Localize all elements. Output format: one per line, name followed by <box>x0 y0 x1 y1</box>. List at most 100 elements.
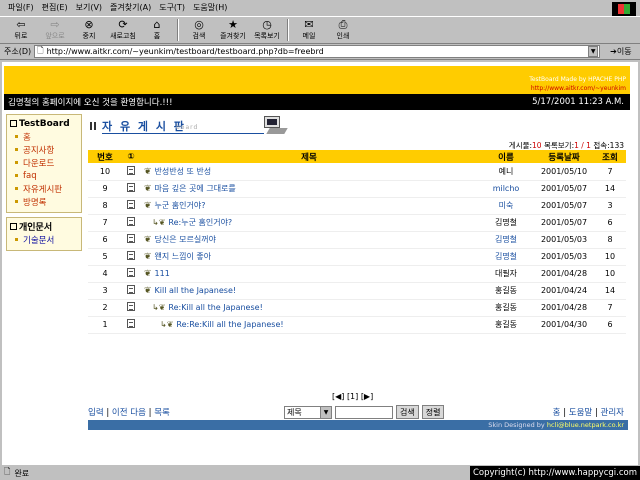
sidebar-item-home[interactable]: 홈 <box>7 130 81 143</box>
row-author[interactable]: milcho <box>478 180 534 198</box>
mail-icon: ✉ <box>304 18 314 31</box>
row-title-link[interactable]: Re:누군 홈인거야? <box>168 218 232 227</box>
row-title-link[interactable]: 당신은 모르실꺼야 <box>155 235 216 244</box>
windows-logo-icon <box>612 2 636 16</box>
menu-edit[interactable]: 편집(E) <box>42 2 68 13</box>
row-doc-cell <box>122 197 140 215</box>
row-date: 2001/05/03 <box>534 248 594 266</box>
row-author: 김명철 <box>478 214 534 232</box>
square-icon <box>10 223 17 230</box>
write-link[interactable]: 입력 <box>88 408 104 418</box>
search-submit-button[interactable]: 검색 <box>396 405 419 419</box>
col-icon: ① <box>122 150 140 163</box>
header-banner: TestBoard Made by HPACHE PHP http://www.… <box>4 66 630 94</box>
reply-icon: ↳❦ <box>152 218 166 227</box>
paw-icon: ❦ <box>144 285 152 296</box>
favorites-button[interactable]: ★ 즐겨찾기 <box>216 17 250 43</box>
reply-icon: ↳❦ <box>152 303 166 312</box>
pagination[interactable]: [◀] [1] [▶] <box>332 392 373 401</box>
search-input[interactable] <box>335 405 393 419</box>
row-author: 예니 <box>478 163 534 181</box>
row-date: 2001/04/24 <box>534 282 594 300</box>
row-title-link[interactable]: Kill all the Japanese! <box>155 286 237 295</box>
row-author: 홍길동 <box>478 316 534 334</box>
search-form: 제목 ▼ 검색 정렬 <box>284 405 445 419</box>
row-title-link[interactable]: 왠지 느낌이 좋아 <box>155 252 212 261</box>
skin-email-link[interactable]: hcli@blue.netpark.co.kr <box>547 421 624 429</box>
print-icon: ⎙ <box>338 18 348 31</box>
stop-button[interactable]: ⊗ 중지 <box>72 17 106 43</box>
col-date: 등록날짜 <box>534 150 594 163</box>
row-title-wrap: ↳❦ Re:Re:Kill all the Japanese! <box>144 320 284 329</box>
sidebar-item-tech-docs[interactable]: 기술문서 <box>7 233 81 246</box>
search-field-select[interactable]: 제목 ▼ <box>284 405 332 419</box>
admin-link[interactable]: 관리자 <box>601 408 624 418</box>
menu-help[interactable]: 도움말(H) <box>193 2 227 13</box>
menu-view[interactable]: 보기(V) <box>76 2 102 13</box>
home-button[interactable]: ⌂ 홈 <box>140 17 174 43</box>
print-button[interactable]: ⎙ 인쇄 <box>326 17 360 43</box>
document-icon <box>127 234 135 243</box>
row-title-link[interactable]: Re:Kill all the Japanese! <box>168 303 262 312</box>
list-link[interactable]: 목록 <box>154 408 170 418</box>
search-button[interactable]: ◎ 검색 <box>182 17 216 43</box>
history-button[interactable]: ◷ 목록보기 <box>250 17 284 43</box>
row-doc-cell <box>122 316 140 334</box>
sidebar-item-freeboard[interactable]: 자유게시판 <box>7 182 81 195</box>
row-views: 7 <box>594 299 626 317</box>
document-icon <box>127 217 135 226</box>
back-button[interactable]: ⇦ 뒤로 <box>4 17 38 43</box>
row-title-link[interactable]: 누군 홈인거야? <box>155 201 206 210</box>
title-marker-icon <box>90 122 98 130</box>
sidebar-item-guestbook[interactable]: 방명록 <box>7 195 81 208</box>
row-author[interactable]: 미숙 <box>478 197 534 215</box>
row-author[interactable]: 김명철 <box>478 231 534 249</box>
col-title: 제목 <box>140 150 478 163</box>
sidebar-item-download[interactable]: 다운로드 <box>7 156 81 169</box>
row-title-cell: ↳❦ Re:Kill all the Japanese! <box>140 299 478 317</box>
go-button[interactable]: ➔이동 <box>610 46 631 57</box>
menu-file[interactable]: 파일(F) <box>8 2 34 13</box>
mail-button[interactable]: ✉ 메일 <box>292 17 326 43</box>
sidebar-item-notice[interactable]: 공지사항 <box>7 143 81 156</box>
row-number: 5 <box>88 248 122 266</box>
row-author[interactable]: 김명철 <box>478 248 534 266</box>
go-arrow-icon: ➔ <box>610 47 617 56</box>
row-title-link[interactable]: Re:Re:Kill all the Japanese! <box>176 320 283 329</box>
credit-url-link[interactable]: http://www.aitkr.com/~yeunkim <box>531 85 626 92</box>
row-date: 2001/04/28 <box>534 299 594 317</box>
table-row: 10 ❦ 반성반성 또 반성 예니 2001/05/10 7 <box>88 163 626 181</box>
address-dropdown-button[interactable]: ▼ <box>588 46 599 57</box>
menu-tools[interactable]: 도구(T) <box>159 2 185 13</box>
table-row: 3 ❦ Kill all the Japanese! 홍길동 2001/04/24 14 <box>88 282 626 300</box>
paw-icon: ❦ <box>144 184 152 194</box>
address-input[interactable]: 🗋 http://www.aitkr.com/~yeunkim/testboar… <box>34 45 601 58</box>
prev-next-link[interactable]: 이전 다음 <box>112 408 146 418</box>
board-title: 자 유 게 시 판 <box>102 120 186 133</box>
sidebar-box-title: 개인문서 <box>7 220 81 233</box>
sort-button[interactable]: 정렬 <box>421 405 445 419</box>
sidebar-item-faq[interactable]: faq <box>7 169 81 182</box>
page-indicator: 1 / 1 <box>574 141 591 150</box>
row-views: 3 <box>594 197 626 215</box>
row-title-wrap: ❦ 마음 깊은 곳에 그대로를 <box>144 184 236 194</box>
row-doc-cell <box>122 231 140 249</box>
refresh-button[interactable]: ⟳ 새로고침 <box>106 17 140 43</box>
home-link[interactable]: 홈 <box>553 408 561 418</box>
address-url: http://www.aitkr.com/~yeunkim/testboard/… <box>46 47 324 56</box>
row-doc-cell <box>122 163 140 181</box>
row-title-link[interactable]: 마음 깊은 곳에 그대로를 <box>155 184 236 193</box>
paw-icon: ❦ <box>144 201 152 211</box>
skin-credit-bar: Skin Designed by hcli@blue.netpark.co.kr <box>88 420 628 430</box>
forward-button[interactable]: ⇨ 앞으로 <box>38 17 72 43</box>
menu-favorites[interactable]: 즐겨찾기(A) <box>110 2 151 13</box>
row-number: 8 <box>88 197 122 215</box>
help-link[interactable]: 도움말 <box>569 408 592 418</box>
history-icon: ◷ <box>262 18 272 31</box>
row-title-link[interactable]: 반성반성 또 반성 <box>155 167 212 176</box>
bullet-icon <box>15 174 18 177</box>
row-doc-cell <box>122 282 140 300</box>
row-title-link[interactable]: 111 <box>155 269 170 278</box>
document-icon <box>127 200 135 209</box>
computer-icon <box>264 114 288 136</box>
